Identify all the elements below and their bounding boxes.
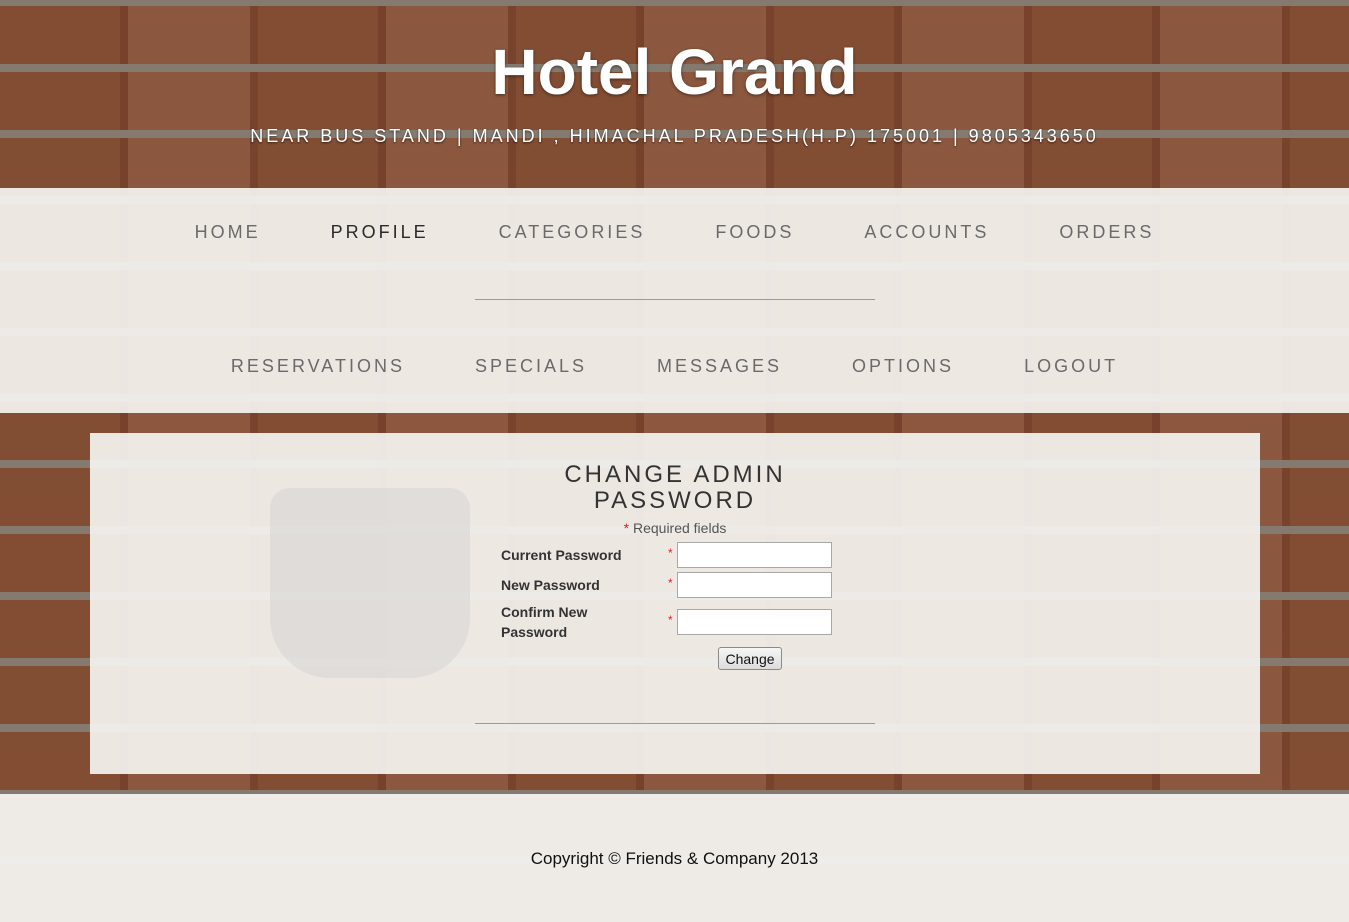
site-title: Hotel Grand [491, 36, 858, 108]
nav-specials[interactable]: SPECIALS [440, 356, 622, 377]
nav-messages[interactable]: MESSAGES [622, 356, 817, 377]
site-address: NEAR BUS STAND | MANDI , HIMACHAL PRADES… [250, 126, 1099, 146]
confirm-password-input[interactable] [677, 609, 832, 635]
site-footer: Copyright © Friends & Company 2013 [0, 794, 1349, 922]
change-password-button[interactable]: Change [718, 647, 782, 670]
nav-row-secondary: RESERVATIONS SPECIALS MESSAGES OPTIONS L… [0, 356, 1349, 377]
current-password-input[interactable] [677, 542, 832, 568]
confirm-password-label: Confirm New Password [501, 604, 588, 640]
required-star: * [668, 576, 673, 590]
new-password-label: New Password [501, 577, 600, 593]
page-title-line2: PASSWORD [593, 487, 757, 514]
new-password-input[interactable] [677, 572, 832, 598]
required-star: * [668, 546, 673, 560]
nav-logout[interactable]: LOGOUT [989, 356, 1153, 377]
nav-divider [475, 299, 875, 300]
main-navigation: HOME PROFILE CATEGORIES FOODS ACCOUNTS O… [0, 188, 1349, 413]
nav-foods[interactable]: FOODS [680, 222, 829, 243]
required-fields-text: Required fields [632, 520, 727, 536]
nav-accounts[interactable]: ACCOUNTS [829, 222, 1024, 243]
required-star: * [623, 520, 630, 536]
nav-categories[interactable]: CATEGORIES [464, 222, 681, 243]
site-header: Hotel Grand NEAR BUS STAND | MANDI , HIM… [0, 0, 1349, 188]
copyright-text: Copyright © Friends & Company 2013 [530, 849, 819, 868]
required-star: * [668, 613, 673, 627]
panel-divider [475, 723, 875, 724]
nav-orders[interactable]: ORDERS [1024, 222, 1189, 243]
background-mug-image [270, 488, 470, 678]
nav-profile[interactable]: PROFILE [296, 222, 464, 243]
nav-row-primary: HOME PROFILE CATEGORIES FOODS ACCOUNTS O… [0, 222, 1349, 243]
nav-options[interactable]: OPTIONS [817, 356, 989, 377]
nav-home[interactable]: HOME [160, 222, 296, 243]
page-title-line1: CHANGE ADMIN [564, 461, 786, 488]
required-fields-note: * Required fields [90, 520, 1260, 536]
current-password-label: Current Password [501, 547, 622, 563]
nav-reservations[interactable]: RESERVATIONS [196, 356, 440, 377]
page-title: CHANGE ADMIN PASSWORD [90, 462, 1260, 514]
